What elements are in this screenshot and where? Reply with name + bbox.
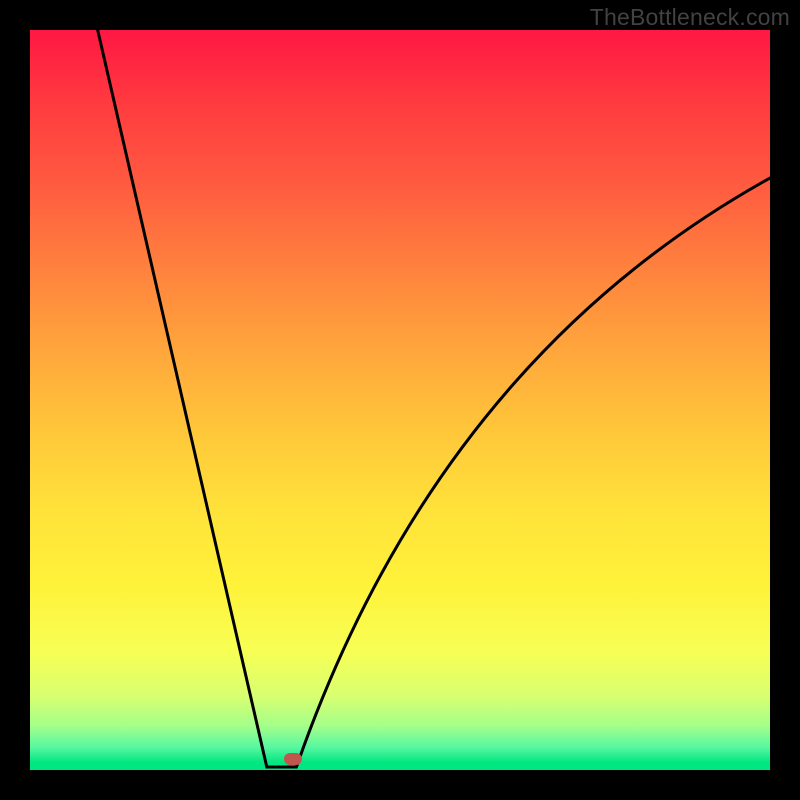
watermark-text: TheBottleneck.com — [590, 4, 790, 31]
plot-area — [30, 30, 770, 770]
chart-frame: TheBottleneck.com — [0, 0, 800, 800]
optimal-point-marker — [284, 753, 302, 765]
bottleneck-curve — [30, 30, 770, 770]
